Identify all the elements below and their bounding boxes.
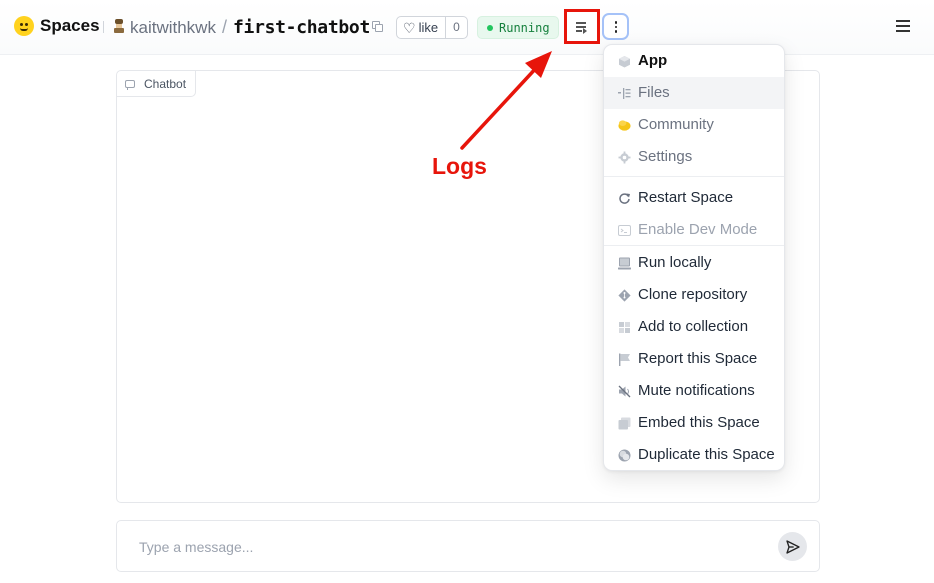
like-label: like	[418, 20, 439, 35]
menu-item-embed-this-space[interactable]: Embed this Space	[604, 407, 784, 439]
collection-icon	[619, 322, 630, 333]
more-options-button[interactable]	[602, 13, 629, 40]
gear-icon	[618, 151, 631, 164]
chat-bubble-icon	[125, 79, 135, 90]
status-dot-icon	[487, 24, 493, 31]
terminal-icon	[618, 225, 631, 236]
menu-item-run-locally[interactable]: Run locally	[604, 247, 784, 279]
copy-icon[interactable]	[372, 21, 383, 32]
community-icon	[618, 120, 631, 131]
menu-item-duplicate-this-space[interactable]: Duplicate this Space	[604, 439, 784, 471]
menu-divider	[604, 176, 784, 177]
hugging-face-logo-icon	[14, 16, 34, 36]
files-icon	[618, 88, 631, 99]
flag-icon	[619, 353, 630, 366]
status-label: Running	[499, 20, 550, 35]
spaces-home-link[interactable]: Spaces	[14, 16, 100, 36]
like-count: 0	[445, 17, 467, 38]
menu-item-community[interactable]: Community	[604, 109, 784, 141]
heart-icon: ♡	[403, 19, 416, 36]
divider	[103, 21, 104, 33]
owner-link[interactable]: kaitwithkwk	[130, 18, 216, 38]
mute-icon	[618, 385, 631, 398]
send-icon	[785, 539, 800, 554]
duplicate-icon	[618, 449, 631, 462]
owner-avatar-icon	[113, 19, 125, 34]
chatbot-label-text: Chatbot	[144, 76, 187, 91]
status-badge: Running	[477, 16, 559, 39]
menu-item-app[interactable]: App	[604, 45, 784, 77]
menu-icon[interactable]	[896, 20, 910, 32]
top-bar: Spaces kaitwithkwk / first-chatbot ♡ lik…	[0, 0, 934, 55]
restart-icon	[619, 193, 630, 204]
send-button[interactable]	[778, 532, 807, 561]
menu-item-settings[interactable]: Settings	[604, 141, 784, 173]
cube-icon	[619, 56, 630, 68]
more-options-menu: App Files Community Settings Restart Spa…	[603, 44, 785, 471]
like-button[interactable]: ♡ like 0	[396, 16, 468, 39]
message-input-bar	[116, 520, 820, 572]
menu-item-restart-space[interactable]: Restart Space	[604, 182, 784, 214]
message-input[interactable]	[139, 537, 739, 557]
git-icon	[618, 289, 631, 302]
menu-item-mute-notifications[interactable]: Mute notifications	[604, 375, 784, 407]
chatbot-label: Chatbot	[117, 71, 197, 97]
menu-item-report-this-space[interactable]: Report this Space	[604, 343, 784, 375]
embed-icon	[618, 417, 631, 430]
repo-name-link[interactable]: first-chatbot	[233, 17, 370, 38]
menu-divider	[604, 245, 784, 246]
menu-item-enable-dev-mode[interactable]: Enable Dev Mode	[604, 214, 784, 246]
menu-item-files[interactable]: Files	[604, 77, 784, 109]
brand-title: Spaces	[40, 16, 100, 35]
path-separator: /	[222, 17, 228, 37]
menu-item-add-to-collection[interactable]: Add to collection	[604, 311, 784, 343]
computer-icon	[618, 257, 631, 270]
menu-item-clone-repository[interactable]: Clone repository	[604, 279, 784, 311]
logs-button[interactable]	[564, 9, 600, 44]
logs-annotation-label: Logs	[432, 153, 487, 179]
